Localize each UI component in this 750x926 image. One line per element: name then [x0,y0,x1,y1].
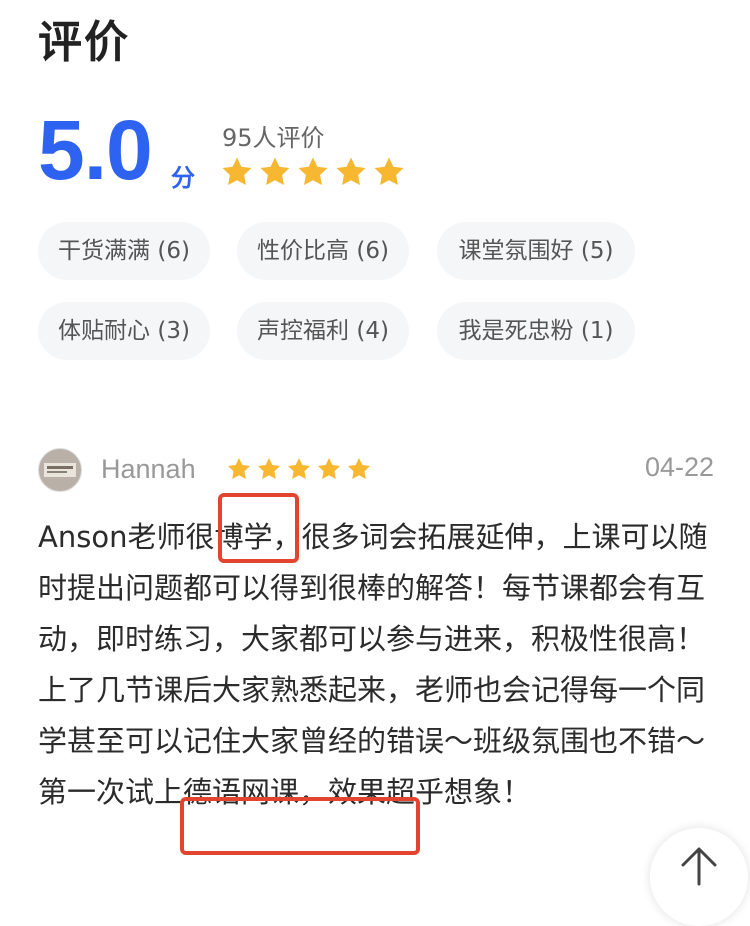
page-title: 评价 [38,17,130,68]
tag-chip[interactable]: 性价比高 (6) [237,222,409,280]
tag-chip[interactable]: 我是死忠粉 (1) [437,302,635,360]
tag-chip[interactable]: 体贴耐心 (3) [38,302,210,360]
arrow-up-icon [681,847,717,886]
star-icon [336,157,366,186]
star-icon [287,457,311,479]
star-icon [222,157,252,186]
review-text: Anson老师很博学，很多词会拓展延伸，上课可以随时提出问题都可以得到很棒的解答… [38,520,708,809]
highlight-box [218,493,299,563]
review-date: 04-22 [644,452,714,482]
avatar[interactable] [38,448,82,492]
review-count: 95人评价 [222,124,325,152]
star-icon [257,457,281,479]
overall-score: 5.0 [38,103,153,197]
star-icon [298,157,328,186]
reviewer-name: Hannah [101,454,196,484]
star-icon [260,157,290,186]
star-icon [374,157,404,186]
back-to-top-button[interactable] [650,828,748,926]
star-icon [227,457,251,479]
highlight-box [180,797,420,855]
star-icon [347,457,371,479]
score-unit: 分 [171,164,195,192]
tag-chip[interactable]: 声控福利 (4) [237,302,409,360]
tag-chip[interactable]: 干货满满 (6) [38,222,210,280]
star-icon [317,457,341,479]
tag-chip[interactable]: 课堂氛围好 (5) [437,222,635,280]
overall-rating-stars [220,155,406,189]
review-rating-stars [226,456,372,482]
